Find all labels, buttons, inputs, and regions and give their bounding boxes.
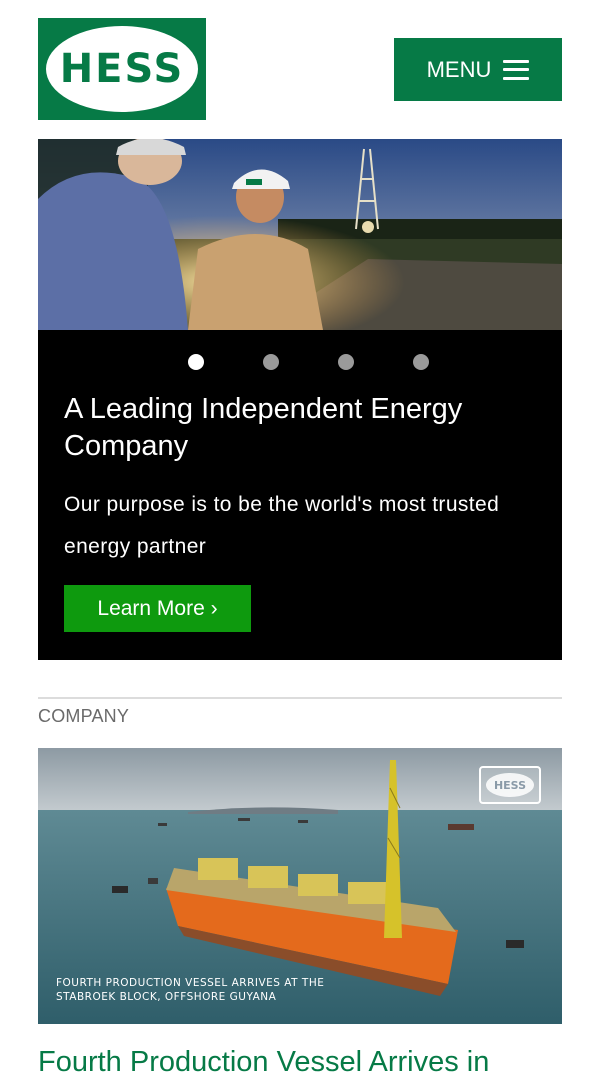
hero-carousel: A Leading Independent Energy Company Our…	[38, 139, 562, 660]
slide-dot-1[interactable]	[188, 354, 204, 370]
news-headline-link[interactable]: Fourth Production Vessel Arrives in	[38, 1046, 562, 1079]
logo-text: HESS	[59, 46, 185, 92]
hess-logo[interactable]: HESS	[38, 18, 206, 120]
caption-line-2: STABROEK BLOCK, OFFSHORE GUYANA	[56, 991, 277, 1003]
menu-label: MENU	[426, 56, 492, 82]
hero-image	[38, 139, 562, 330]
slide-dot-3[interactable]	[338, 354, 354, 370]
carousel-dots	[38, 354, 562, 370]
hero-photo	[38, 139, 562, 330]
hamburger-icon	[503, 59, 530, 80]
watermark-text: HESS	[493, 778, 527, 792]
caption-line-1: FOURTH PRODUCTION VESSEL ARRIVES AT THE	[56, 977, 325, 989]
section-label: COMPANY	[38, 706, 130, 726]
hess-watermark: HESS	[479, 766, 541, 804]
slide-dot-2[interactable]	[263, 354, 279, 370]
hero-title: A Leading Independent Energy Company	[64, 393, 463, 462]
learn-more-button[interactable]: Learn More ›	[64, 585, 251, 632]
slide-dot-4[interactable]	[413, 354, 429, 370]
menu-button[interactable]: MENU	[394, 38, 562, 101]
news-image[interactable]: HESS FOURTH PRODUCTION VESSEL ARRIVES AT…	[38, 748, 562, 1024]
section-divider	[38, 697, 562, 699]
image-caption: FOURTH PRODUCTION VESSEL ARRIVES AT THE …	[56, 976, 324, 1004]
hero-description: Our purpose is to be the world's most tr…	[64, 493, 500, 558]
watermark-oval: HESS	[486, 773, 534, 797]
logo-oval: HESS	[46, 26, 198, 112]
